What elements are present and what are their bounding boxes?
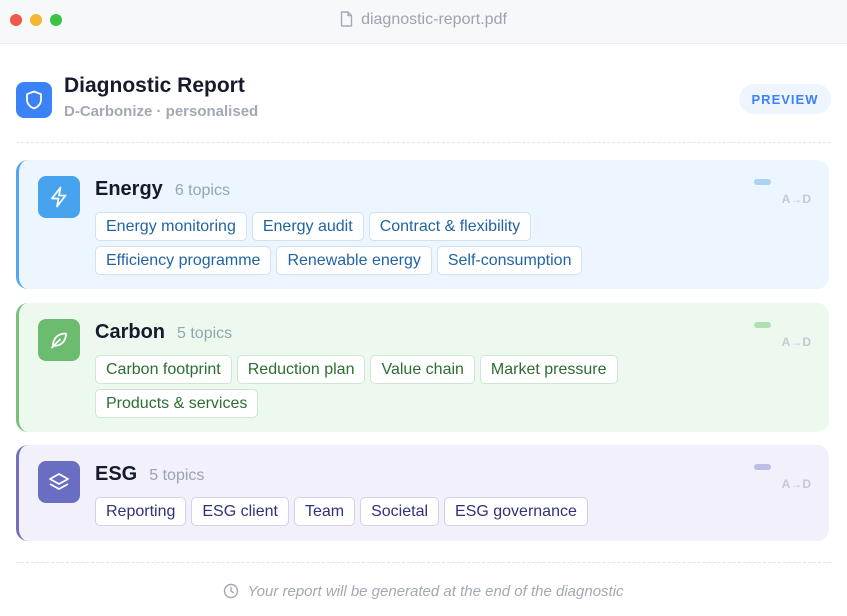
category-title: Energy 6 topics xyxy=(95,178,230,201)
topic-chip[interactable]: ESG governance xyxy=(444,497,588,526)
report-header: Diagnostic Report D-Carbonize · personal… xyxy=(16,70,831,130)
category-card-esg: ESG 5 topics A→D Reporting ESG client Tea… xyxy=(16,445,829,541)
progress-indicator xyxy=(754,464,771,470)
window-titlebar: diagnostic-report.pdf xyxy=(0,0,847,44)
category-card-carbon: Carbon 5 topics A→D Carbon footprint Redu… xyxy=(16,303,829,432)
topic-chip[interactable]: Reduction plan xyxy=(236,355,366,384)
page-subtitle: D-Carbonize · personalised xyxy=(64,103,259,120)
leaf-icon xyxy=(38,319,80,361)
divider xyxy=(16,562,831,563)
topic-chip[interactable]: Value chain xyxy=(370,355,475,384)
topic-list: Reporting ESG client Team Societal ESG g… xyxy=(95,497,665,526)
footer-note-text: Your report will be generated at the end… xyxy=(247,583,624,600)
category-title: ESG 5 topics xyxy=(95,463,204,486)
progress-indicator xyxy=(754,322,771,328)
topic-chip[interactable]: Carbon footprint xyxy=(95,355,232,384)
topic-count: 5 topics xyxy=(177,325,233,342)
range-label: A→D xyxy=(781,192,811,206)
topic-chip[interactable]: Self-consumption xyxy=(436,246,583,275)
topic-chip[interactable]: Products & services xyxy=(95,389,259,418)
range-label: A→D xyxy=(781,335,811,349)
category-name: ESG xyxy=(95,463,138,485)
progress-indicator xyxy=(754,179,771,185)
category-name: Energy xyxy=(95,178,163,200)
preview-button[interactable]: PREVIEW xyxy=(739,84,831,114)
topic-chip[interactable]: Societal xyxy=(360,497,440,526)
topic-chip[interactable]: Renewable energy xyxy=(276,246,432,275)
document-icon xyxy=(340,11,353,32)
topic-chip[interactable]: Efficiency programme xyxy=(95,246,272,275)
topic-count: 6 topics xyxy=(174,182,230,199)
topic-chip[interactable]: Energy monitoring xyxy=(95,212,247,241)
topic-chip[interactable]: Team xyxy=(293,497,356,526)
topic-chip[interactable]: Contract & flexibility xyxy=(368,212,532,241)
topic-count: 5 topics xyxy=(149,467,205,484)
footer-note: Your report will be generated at the end… xyxy=(0,583,847,603)
category-card-energy: Energy 6 topics A→D Energy monitoring Ene… xyxy=(16,160,829,289)
shield-icon xyxy=(16,82,52,118)
category-title: Carbon 5 topics xyxy=(95,321,232,344)
layers-icon xyxy=(38,461,80,503)
topic-chip[interactable]: Reporting xyxy=(95,497,187,526)
topic-chip[interactable]: ESG client xyxy=(191,497,289,526)
topic-list: Carbon footprint Reduction plan Value ch… xyxy=(95,355,665,418)
divider xyxy=(16,142,831,143)
page-title: Diagnostic Report xyxy=(64,74,245,97)
topic-chip[interactable]: Market pressure xyxy=(479,355,618,384)
range-label: A→D xyxy=(781,477,811,491)
category-name: Carbon xyxy=(95,321,165,343)
window-title: diagnostic-report.pdf xyxy=(361,11,507,28)
topic-chip[interactable]: Energy audit xyxy=(251,212,364,241)
lightning-icon xyxy=(38,176,80,218)
clock-icon xyxy=(223,583,239,603)
topic-list: Energy monitoring Energy audit Contract … xyxy=(95,212,665,275)
window-title-bar-label: diagnostic-report.pdf xyxy=(0,11,847,32)
